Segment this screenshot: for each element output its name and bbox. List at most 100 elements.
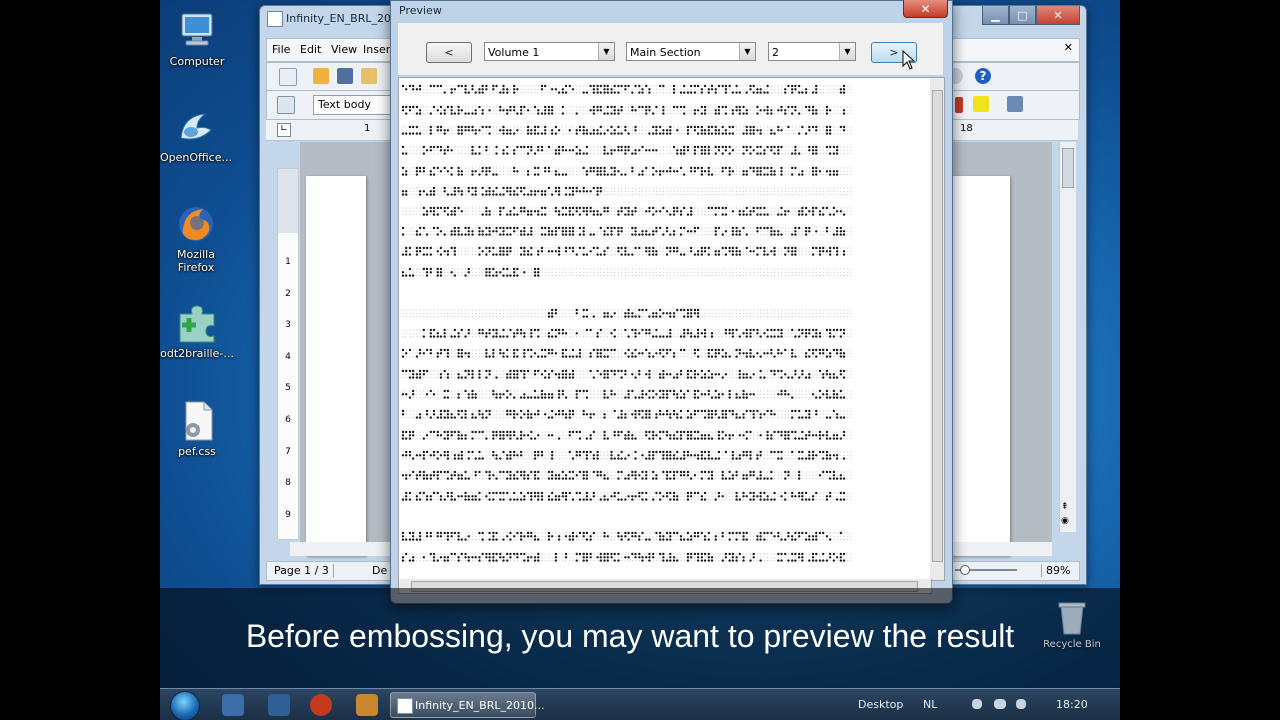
braille-dot — [773, 132, 776, 135]
braille-dot — [753, 312, 755, 314]
braille-dot — [578, 348, 582, 352]
braille-dot — [607, 271, 609, 273]
volume-select[interactable]: Volume 1 ▼ — [484, 42, 615, 61]
braille-dot — [746, 254, 748, 256]
braille-dot — [756, 206, 759, 210]
braille-dot — [607, 170, 609, 172]
braille-dot — [690, 153, 692, 155]
braille-dot — [499, 356, 501, 358]
page-select[interactable]: 2 ▼ — [768, 42, 856, 61]
menu-file[interactable]: File — [272, 43, 290, 56]
braille-dot — [402, 309, 404, 311]
braille-dot — [687, 113, 689, 115]
braille-dot — [725, 170, 727, 172]
desktop-icon-openoffice[interactable]: OpenOffice... — [160, 106, 236, 164]
braille-dot — [700, 246, 704, 250]
paragraph-style-select[interactable]: Text body — [313, 95, 394, 115]
open-folder-icon[interactable] — [313, 68, 329, 84]
braille-dot — [701, 230, 703, 232]
braille-dot — [805, 170, 807, 172]
save-icon[interactable] — [337, 68, 353, 84]
braille-dot — [693, 308, 697, 312]
braille-dot — [739, 312, 741, 314]
braille-dot — [617, 312, 620, 314]
braille-dot — [652, 312, 655, 315]
writer-vertical-scrollbar[interactable]: ⇞ ◉ — [1059, 142, 1076, 532]
braille-dot — [433, 352, 435, 354]
braille-dot — [541, 275, 543, 277]
braille-dot — [797, 132, 801, 135]
maximize-button[interactable]: □ — [1009, 6, 1036, 25]
document-page[interactable] — [306, 176, 366, 556]
braille-dot — [669, 271, 671, 273]
braille-dot — [485, 125, 488, 129]
braille-dot — [568, 233, 571, 236]
braille-dot — [596, 190, 599, 193]
braille-dot — [564, 213, 568, 216]
zoom-slider-handle[interactable] — [960, 565, 970, 575]
braille-dot — [627, 355, 630, 358]
braille-dot — [586, 106, 588, 108]
braille-dot — [652, 275, 654, 277]
previous-page-button[interactable]: < — [426, 42, 472, 63]
braille-dot — [756, 166, 759, 170]
braille-dot — [468, 316, 470, 318]
braille-dot — [676, 92, 678, 94]
preview-close-button[interactable]: ✕ — [903, 0, 948, 18]
braille-dot — [419, 126, 421, 128]
braille-dot — [551, 190, 553, 192]
background-color-icon[interactable] — [1007, 96, 1023, 112]
braille-dot — [589, 355, 592, 358]
braille-dot — [843, 336, 845, 338]
font-color-icon[interactable] — [955, 97, 963, 113]
help-icon[interactable]: ? — [975, 68, 991, 84]
menu-edit[interactable]: Edit — [300, 43, 321, 56]
braille-dot — [509, 207, 512, 209]
desktop-icon-computer[interactable]: Computer — [160, 10, 237, 68]
braille-dot — [829, 92, 831, 94]
braille-dot — [453, 112, 457, 115]
close-document-icon[interactable]: ✕ — [1064, 41, 1073, 54]
new-document-icon[interactable] — [279, 68, 297, 86]
minimize-button[interactable]: ▁ — [982, 6, 1009, 25]
braille-dot — [412, 247, 414, 249]
menu-view[interactable]: View — [331, 43, 357, 56]
braille-dot — [474, 112, 477, 115]
braille-dot — [850, 85, 852, 87]
braille-dot — [634, 206, 637, 210]
braille-dot — [742, 105, 745, 109]
braille-dot — [770, 230, 773, 233]
braille-dot — [645, 210, 648, 213]
edit-file-icon[interactable] — [361, 68, 377, 84]
braille-dot — [617, 167, 620, 169]
braille-dot — [436, 250, 439, 253]
braille-dot — [624, 170, 626, 172]
braille-dot — [583, 250, 585, 252]
desktop-icon-odt2braille[interactable]: odt2braille-... — [160, 302, 237, 360]
scroll-thumb[interactable] — [1062, 148, 1074, 188]
section-select[interactable]: Main Section ▼ — [626, 42, 756, 61]
braille-dot — [638, 332, 641, 335]
braille-dot — [753, 187, 755, 189]
page-up-icon[interactable]: ⇞ — [1061, 502, 1069, 512]
braille-dot — [756, 149, 759, 151]
styles-icon[interactable] — [277, 96, 295, 114]
braille-dot — [842, 125, 846, 129]
braille-dot — [658, 84, 662, 88]
braille-dot — [488, 267, 491, 271]
navigator-icon[interactable]: ◉ — [1061, 516, 1069, 526]
braille-dot — [430, 227, 432, 229]
desktop-icon-pef-css[interactable]: pef.css — [160, 400, 237, 458]
braille-dot — [620, 246, 623, 250]
braille-dot — [534, 109, 536, 111]
highlight-icon[interactable] — [973, 96, 989, 112]
braille-dot — [485, 309, 487, 311]
tab-stop-icon[interactable]: ∟ — [277, 123, 291, 137]
desktop-icon-firefox[interactable]: Mozilla Firefox — [160, 203, 236, 274]
braille-dot — [791, 250, 794, 253]
close-button[interactable]: ✕ — [1036, 6, 1080, 25]
braille-dot — [558, 312, 560, 314]
braille-dot — [447, 309, 449, 311]
braille-dot — [419, 146, 421, 148]
braille-dot — [718, 271, 720, 273]
